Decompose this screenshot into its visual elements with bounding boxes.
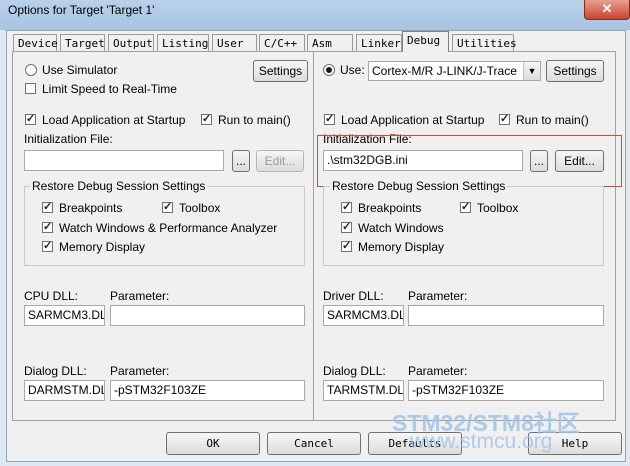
load-app-checkbox-left[interactable] (25, 112, 36, 125)
cpu-dll-input[interactable]: SARMCM3.DLL (24, 305, 105, 326)
ok-button[interactable]: OK (166, 432, 260, 455)
load-app-label-right: Load Application at Startup (341, 113, 485, 127)
title-bar: Options for Target 'Target 1' ✕ (0, 0, 630, 30)
close-icon: ✕ (601, 1, 613, 16)
tab-target[interactable]: Target (60, 34, 105, 51)
dialog-dll-label-left: Dialog DLL: (24, 364, 87, 378)
dialog-param-input-right[interactable]: -pSTM32F103ZE (408, 380, 604, 401)
run-to-main-checkbox-right[interactable] (499, 112, 510, 125)
tab-utilities[interactable]: Utilities (452, 34, 517, 51)
restore-group-label-right: Restore Debug Session Settings (330, 179, 508, 193)
memory-display-checkbox-right[interactable] (341, 239, 352, 252)
load-app-checkbox-right[interactable] (324, 112, 335, 125)
limit-speed-label: Limit Speed to Real-Time (42, 82, 177, 96)
run-to-main-checkbox-left[interactable] (201, 112, 212, 125)
tab-listing[interactable]: Listing (157, 34, 209, 51)
tab-linker[interactable]: Linker (356, 34, 402, 51)
watch-windows-checkbox-left[interactable] (42, 220, 53, 233)
init-file-browse-left[interactable]: ... (232, 150, 250, 172)
restore-group-label-left: Restore Debug Session Settings (30, 179, 208, 193)
debug-driver-select[interactable]: Cortex-M/R J-LINK/J-Trace ▼ (368, 61, 541, 81)
use-simulator-label: Use Simulator (42, 63, 118, 77)
tab-debug[interactable]: Debug (402, 31, 449, 52)
breakpoints-checkbox-left[interactable] (42, 200, 53, 213)
init-file-edit-left[interactable]: Edit... (256, 150, 304, 172)
tab-asm[interactable]: Asm (307, 34, 353, 51)
column-divider (313, 52, 314, 420)
watch-windows-checkbox-right[interactable] (341, 220, 352, 233)
tab-output[interactable]: Output (108, 34, 154, 51)
driver-dll-input[interactable]: SARMCM3.DLL (323, 305, 404, 326)
dialog-dll-label-right: Dialog DLL: (323, 364, 386, 378)
toolbox-label-left: Toolbox (179, 201, 221, 215)
toolbox-label-right: Toolbox (477, 201, 519, 215)
memory-display-checkbox-left[interactable] (42, 239, 53, 252)
driver-param-input[interactable] (408, 305, 604, 326)
dialog-param-input-left[interactable]: -pSTM32F103ZE (110, 380, 305, 401)
toolbox-checkbox-right[interactable] (460, 200, 471, 213)
cpu-param-input[interactable] (110, 305, 305, 326)
simulator-settings-button[interactable]: Settings (253, 60, 308, 82)
window-title: Options for Target 'Target 1' (8, 3, 155, 17)
tab-c-cpp[interactable]: C/C++ (259, 34, 305, 51)
init-file-input-left[interactable] (24, 150, 224, 171)
chevron-down-icon[interactable]: ▼ (523, 62, 540, 80)
load-app-label-left: Load Application at Startup (42, 113, 186, 127)
breakpoints-label-left: Breakpoints (59, 201, 123, 215)
close-button[interactable]: ✕ (584, 0, 630, 20)
dialog-param-label-right: Parameter: (408, 364, 468, 378)
breakpoints-checkbox-right[interactable] (341, 200, 352, 213)
cpu-dll-label: CPU DLL: (24, 289, 79, 303)
tab-user[interactable]: User (212, 34, 257, 51)
run-to-main-label-left: Run to main() (218, 113, 291, 127)
memory-display-label-right: Memory Display (358, 240, 445, 254)
use-simulator-radio[interactable] (25, 64, 37, 76)
init-file-label-left: Initialization File: (24, 132, 113, 146)
cpu-param-label: Parameter: (110, 289, 170, 303)
run-to-main-label-right: Run to main() (516, 113, 589, 127)
memory-display-label-left: Memory Display (59, 240, 146, 254)
cancel-button[interactable]: Cancel (267, 432, 361, 455)
driver-settings-button[interactable]: Settings (546, 60, 604, 82)
debug-driver-value: Cortex-M/R J-LINK/J-Trace (372, 64, 517, 78)
tab-device[interactable]: Device (13, 34, 58, 51)
toolbox-checkbox-left[interactable] (162, 200, 173, 213)
breakpoints-label-right: Breakpoints (358, 201, 422, 215)
driver-param-label: Parameter: (408, 289, 468, 303)
use-driver-radio[interactable] (323, 64, 335, 76)
watch-windows-label-right: Watch Windows (358, 221, 444, 235)
watch-windows-label-left: Watch Windows & Performance Analyzer (59, 221, 278, 235)
dialog-dll-input-left[interactable]: DARMSTM.DLL (24, 380, 105, 401)
dialog-dll-input-right[interactable]: TARMSTM.DLL (323, 380, 404, 401)
watermark-url: www.stmcu.org (410, 430, 553, 453)
driver-dll-label: Driver DLL: (323, 289, 384, 303)
use-driver-label: Use: (340, 63, 365, 77)
limit-speed-checkbox[interactable] (25, 83, 36, 94)
dialog-param-label-left: Parameter: (110, 364, 170, 378)
